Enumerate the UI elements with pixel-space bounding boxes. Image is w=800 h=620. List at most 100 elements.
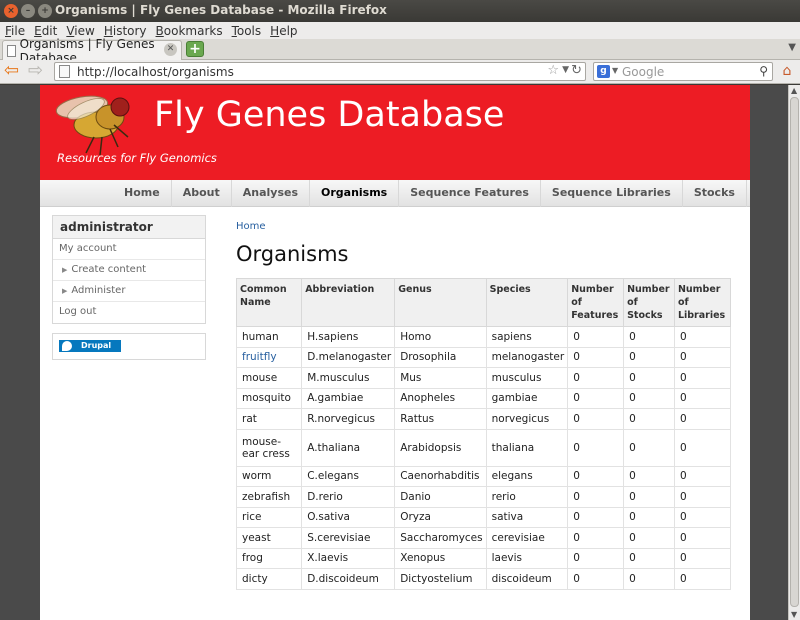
search-icon[interactable]: ⚲: [759, 64, 768, 78]
table-cell: 0: [623, 568, 675, 590]
tab-close-icon[interactable]: ✕: [164, 43, 177, 56]
table-cell: Xenopus: [394, 547, 487, 569]
table-cell: 0: [623, 367, 675, 389]
search-input[interactable]: Google: [622, 65, 664, 79]
table-cell: 0: [567, 486, 625, 508]
table-cell: A.gambiae: [301, 387, 396, 409]
table-row: mouse M.musculus Mus musculus 0 0 0: [235, 367, 732, 389]
tab-list-icon[interactable]: ▼: [788, 42, 796, 53]
maximize-window-button[interactable]: +: [38, 4, 52, 18]
table-cell: norvegicus: [485, 408, 569, 430]
url-history-dropdown-icon[interactable]: ▼: [562, 65, 569, 75]
table-cell: 0: [567, 346, 625, 368]
table-row: rat R.norvegicus Rattus norvegicus 0 0 0: [235, 408, 732, 430]
reload-icon[interactable]: ↻: [571, 63, 582, 78]
table-cell: 0: [673, 465, 732, 487]
table-cell: 0: [623, 547, 675, 569]
nav-item-sequence-features[interactable]: Sequence Features: [399, 180, 541, 207]
user-menu-my-account[interactable]: My account: [53, 239, 205, 260]
nav-item-home[interactable]: Home: [113, 180, 172, 207]
page-icon: [7, 44, 16, 57]
nav-item-stocks[interactable]: Stocks: [683, 180, 747, 207]
nav-item-analyses[interactable]: Analyses: [232, 180, 310, 207]
table-cell: Dictyostelium: [394, 568, 487, 590]
table-cell: frog: [235, 547, 303, 569]
menu-help[interactable]: Help: [270, 24, 297, 38]
table-row: frog X.laevis Xenopus laevis 0 0 0: [235, 547, 732, 569]
table-header-cell: Number of Stocks: [623, 278, 675, 327]
table-cell: human: [235, 326, 303, 348]
table-cell: 0: [623, 387, 675, 409]
table-cell: 0: [673, 486, 732, 508]
url-bar[interactable]: http://localhost/organisms ☆ ▼ ↻: [54, 62, 586, 81]
nav-item-sequence-libraries[interactable]: Sequence Libraries: [541, 180, 683, 207]
minimize-window-button[interactable]: –: [21, 4, 35, 18]
primary-nav: Home About Analyses Organisms Sequence Featu…: [40, 180, 750, 207]
user-menu-administer[interactable]: ▶ Administer: [53, 281, 205, 302]
menu-view[interactable]: View: [66, 24, 94, 38]
site-name[interactable]: Fly Genes Database: [154, 95, 504, 135]
table-cell: Arabidopsis: [394, 428, 487, 467]
table-row: dicty D.discoideum Dictyostelium discoideum…: [235, 568, 732, 590]
nav-item-organisms[interactable]: Organisms: [310, 180, 400, 207]
menu-edit[interactable]: Edit: [34, 24, 57, 38]
back-button[interactable]: ⇦: [4, 62, 24, 82]
vertical-scrollbar[interactable]: ▲ ▼: [788, 85, 800, 620]
user-menu-log-out[interactable]: Log out: [53, 302, 205, 323]
table-body: human H.sapiens Homo sapiens 0 0 0 fruitfly D.me…: [235, 326, 732, 590]
table-cell: D.rerio: [301, 486, 396, 508]
google-engine-icon[interactable]: g: [597, 65, 610, 78]
menu-tools[interactable]: Tools: [232, 24, 262, 38]
table-cell: discoideum: [485, 568, 569, 590]
page-container: Fly Genes Database Resources for Fly Gen…: [40, 85, 750, 620]
home-icon[interactable]: ⌂: [778, 63, 796, 80]
fly-logo[interactable]: [52, 89, 142, 157]
table-row: yeast S.cerevisiae Saccharomyces cerevisiae…: [235, 527, 732, 549]
table-cell: 0: [567, 408, 625, 430]
table-cell: C.elegans: [301, 465, 396, 487]
table-header-cell: Abbreviation: [301, 278, 396, 327]
table-cell: 0: [673, 527, 732, 549]
table-cell: 0: [567, 527, 625, 549]
table-cell: Rattus: [394, 408, 487, 430]
table-cell: D.melanogaster: [301, 346, 396, 368]
close-window-button[interactable]: ×: [4, 4, 18, 18]
table-cell: 0: [623, 346, 675, 368]
scrollbar-thumb[interactable]: [790, 97, 799, 607]
bookmark-star-icon[interactable]: ☆: [547, 63, 559, 78]
user-menu-block: administrator My account ▶ Create content ▶…: [52, 215, 206, 324]
table-cell: mosquito: [235, 387, 303, 409]
browser-tab[interactable]: Organisms | Fly Genes Database ✕: [2, 37, 182, 65]
scroll-down-icon[interactable]: ▼: [791, 610, 797, 619]
new-tab-button[interactable]: +: [186, 41, 204, 57]
breadcrumb[interactable]: Home: [236, 221, 266, 232]
table-cell: mouse-ear cress: [235, 428, 303, 467]
expand-triangle-icon: ▶: [62, 287, 68, 295]
table-cell: laevis: [485, 547, 569, 569]
page-identity-icon[interactable]: [59, 65, 70, 78]
table-cell: 0: [673, 326, 732, 348]
nav-item-about[interactable]: About: [172, 180, 232, 207]
table-header-cell: Number of Features: [567, 278, 625, 327]
user-menu-links: My account ▶ Create content ▶ Administer Log …: [53, 239, 205, 323]
table-cell: sativa: [485, 506, 569, 528]
url-text[interactable]: http://localhost/organisms: [77, 65, 234, 79]
table-cell[interactable]: fruitfly: [235, 346, 303, 368]
menu-history[interactable]: History: [104, 24, 147, 38]
user-menu-create-content[interactable]: ▶ Create content: [53, 260, 205, 281]
menu-file[interactable]: File: [5, 24, 25, 38]
table-cell: Caenorhabditis: [394, 465, 487, 487]
table-cell: rice: [235, 506, 303, 528]
window-title: Organisms | Fly Genes Database - Mozilla…: [55, 3, 387, 17]
table-cell: Homo: [394, 326, 487, 348]
table-cell: worm: [235, 465, 303, 487]
table-row: fruitfly D.melanogaster Drosophila melanoga…: [235, 346, 732, 368]
forward-button[interactable]: ⇨: [28, 62, 48, 82]
engine-dropdown-icon[interactable]: ▼: [612, 66, 618, 75]
drupal-badge[interactable]: Drupal: [59, 340, 121, 352]
table-cell: D.discoideum: [301, 568, 396, 590]
search-bar[interactable]: g ▼ Google ⚲: [593, 62, 773, 81]
menu-bookmarks[interactable]: Bookmarks: [156, 24, 223, 38]
table-cell: rat: [235, 408, 303, 430]
scroll-up-icon[interactable]: ▲: [791, 86, 797, 95]
